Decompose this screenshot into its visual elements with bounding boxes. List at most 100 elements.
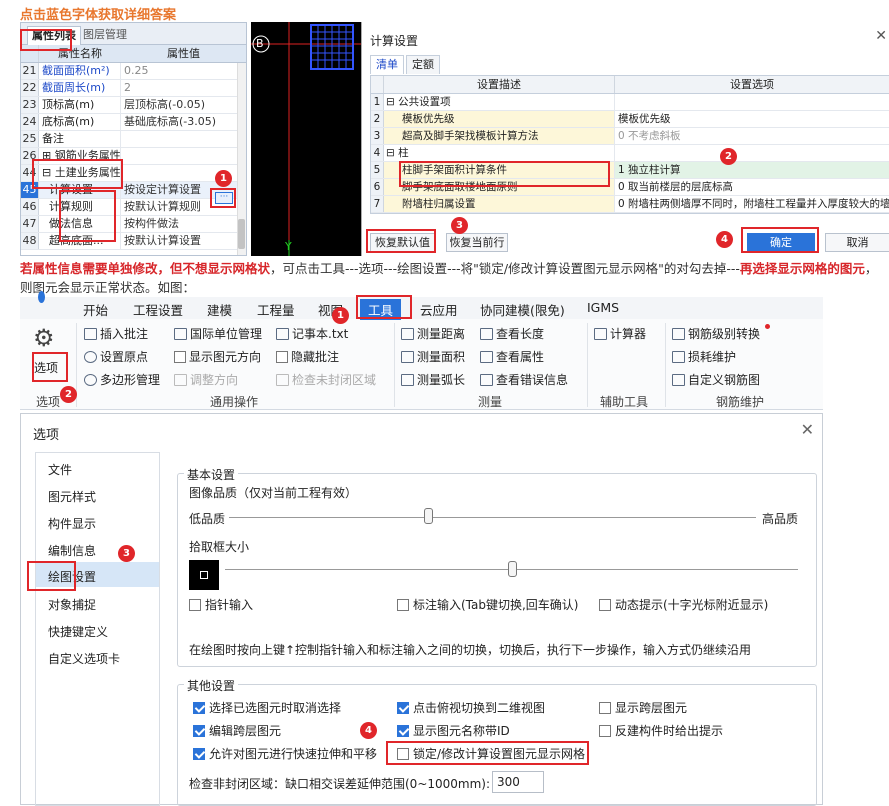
tab-quantity[interactable]: 工程量 xyxy=(257,300,295,319)
tab-collab[interactable]: 协同建模(限免) xyxy=(480,300,565,319)
checkbox-checked-icon xyxy=(193,701,205,714)
quick-stretch-checkbox[interactable]: 允许对图元进行快速拉伸和平移 xyxy=(193,745,377,762)
view-length-button[interactable]: 查看长度 xyxy=(480,325,544,342)
topview-2d-checkbox[interactable]: 点击俯视切换到二维视图 xyxy=(397,699,545,716)
nav-item-info[interactable]: 编制信息 xyxy=(48,542,96,559)
checkbox-icon xyxy=(174,350,186,363)
property-row[interactable]: 22 截面周长(m) 2 xyxy=(21,80,246,97)
custom-rebar-label: 自定义钢筋图 xyxy=(688,373,761,387)
measure-arc-button[interactable]: 测量弧长 xyxy=(401,371,465,388)
property-row[interactable]: 25 备注 xyxy=(21,131,246,148)
property-value[interactable]: 2 xyxy=(121,80,246,96)
close-icon[interactable]: ✕ xyxy=(801,420,814,439)
property-row[interactable]: 24 底标高(m) 基础底标高(-3.05) xyxy=(21,114,246,131)
ellipsis-button[interactable]: ··· xyxy=(215,192,233,204)
calc-option[interactable]: 0 取当前楼层的层底标高 xyxy=(615,179,889,195)
row-number: 23 xyxy=(21,97,39,113)
row-number: 4 xyxy=(371,145,384,161)
adjust-direction-button[interactable]: 调整方向 xyxy=(174,371,238,388)
tab-start[interactable]: 开始 xyxy=(83,300,108,319)
property-value[interactable]: 按构件做法 xyxy=(121,216,246,232)
drawing-canvas[interactable]: B Y xyxy=(251,22,361,256)
unit-icon xyxy=(174,327,187,340)
quality-slider-thumb[interactable] xyxy=(424,508,433,524)
custom-rebar-button[interactable]: 自定义钢筋图 xyxy=(672,371,760,388)
measure-area-button[interactable]: 测量面积 xyxy=(401,348,465,365)
gear-icon[interactable]: ⚙ xyxy=(33,324,55,352)
highlight-options xyxy=(32,352,68,382)
tab-layer-manage[interactable]: 图层管理 xyxy=(79,26,131,45)
polygon-manage-button[interactable]: 多边形管理 xyxy=(84,371,160,388)
highlight-property-tab xyxy=(20,29,72,51)
tab-modeling[interactable]: 建模 xyxy=(207,300,232,319)
calc-option[interactable]: 0 不考虑斜板 xyxy=(615,128,889,144)
deselect-checkbox[interactable]: 选择已选图元时取消选择 xyxy=(193,699,341,716)
edit-cross-floor-checkbox[interactable]: 编辑跨层图元 xyxy=(193,722,281,739)
dynamic-tip-checkbox[interactable]: 动态提示(十字光标附近显示) xyxy=(599,596,768,613)
tab-cloud[interactable]: 云应用 xyxy=(420,300,458,319)
gap-range-input[interactable]: 300 xyxy=(492,771,544,793)
calc-row[interactable]: 1 ⊟ 公共设置项 xyxy=(371,94,889,111)
set-origin-button[interactable]: 设置原点 xyxy=(84,348,148,365)
view-property-label: 查看属性 xyxy=(496,350,545,364)
show-cross-floor-checkbox[interactable]: 显示跨层图元 xyxy=(599,699,687,716)
calc-row[interactable]: 3 超高及脚手架找模板计算方法 0 不考虑斜板 xyxy=(371,128,889,145)
property-value[interactable]: 层顶标高(-0.05) xyxy=(121,97,246,113)
rebar-grade-button[interactable]: 钢筋级别转换 xyxy=(672,325,760,342)
insert-comment-button[interactable]: 插入批注 xyxy=(84,325,148,342)
property-value[interactable]: 基础底标高(-3.05) xyxy=(121,114,246,130)
cancel-button[interactable]: 取消 xyxy=(825,233,889,252)
nav-item-custom-tab[interactable]: 自定义选项卡 xyxy=(48,650,120,667)
property-row[interactable]: 47 做法信息 按构件做法 xyxy=(21,216,246,233)
pointer-input-checkbox[interactable]: 指针输入 xyxy=(189,596,253,613)
tab-project-settings[interactable]: 工程设置 xyxy=(133,300,183,319)
restore-current-button[interactable]: 恢复当前行 xyxy=(446,233,508,252)
rebar-grade-label: 钢筋级别转换 xyxy=(688,327,761,341)
banner-text[interactable]: 点击蓝色字体获取详细答案 xyxy=(20,4,176,23)
property-value[interactable] xyxy=(121,131,246,147)
property-value[interactable]: 按默认计算设置 xyxy=(121,233,246,249)
calculator-button[interactable]: 计算器 xyxy=(594,325,646,342)
property-row[interactable]: 21 截面面积(m²) 0.25 xyxy=(21,63,246,80)
calc-row[interactable]: 7 附墙柱归属设置 0 附墙柱两侧墙厚不同时，附墙柱工程量并入厚度较大的墙... xyxy=(371,196,889,213)
calc-row[interactable]: 2 模板优先级 模板优先级 xyxy=(371,111,889,128)
other-settings-legend: 其他设置 xyxy=(184,677,239,694)
nav-item-display[interactable]: 构件显示 xyxy=(48,515,96,532)
property-row[interactable]: 48 超高底面... 按默认计算设置 xyxy=(21,233,246,250)
close-icon[interactable]: ✕ xyxy=(875,28,887,44)
calc-option[interactable] xyxy=(615,94,889,110)
property-value[interactable] xyxy=(121,148,246,164)
nav-item-style[interactable]: 图元样式 xyxy=(48,488,96,505)
ribbon-tabs: 开始 工程设置 建模 工程量 视图 工具 云应用 协同建模(限免) IGMS xyxy=(20,291,823,320)
calc-option[interactable]: 模板优先级 xyxy=(615,111,889,127)
nav-item-snap[interactable]: 对象捕捉 xyxy=(48,596,96,613)
calc-option[interactable]: 1 独立柱计算 xyxy=(615,162,889,178)
reverse-build-tip-checkbox[interactable]: 反建构件时给出提示 xyxy=(599,722,723,739)
tab-igms[interactable]: IGMS xyxy=(587,300,619,315)
step-badge: 3 xyxy=(451,217,468,234)
property-value[interactable]: 0.25 xyxy=(121,63,246,79)
calc-option[interactable] xyxy=(615,145,889,161)
view-property-button[interactable]: 查看属性 xyxy=(480,348,544,365)
notepad-button[interactable]: 记事本.txt xyxy=(276,325,348,342)
intl-unit-button[interactable]: 国际单位管理 xyxy=(174,325,262,342)
nav-item-shortcut[interactable]: 快捷键定义 xyxy=(48,623,108,640)
dim-input-checkbox[interactable]: 标注输入(Tab键切换,回车确认) xyxy=(397,596,579,613)
hide-comment-checkbox[interactable]: 隐藏批注 xyxy=(276,348,339,365)
property-scroll-thumb[interactable] xyxy=(238,219,245,249)
view-errors-button[interactable]: 查看错误信息 xyxy=(480,371,568,388)
property-row[interactable]: 23 顶标高(m) 层顶标高(-0.05) xyxy=(21,97,246,114)
show-name-id-checkbox[interactable]: 显示图元名称带ID xyxy=(397,722,510,739)
txt-icon xyxy=(276,327,289,340)
show-direction-checkbox[interactable]: 显示图元方向 xyxy=(174,348,261,365)
nav-item-file[interactable]: 文件 xyxy=(48,461,72,478)
calc-option[interactable]: 0 附墙柱两侧墙厚不同时，附墙柱工程量并入厚度较大的墙... xyxy=(615,196,889,212)
tab-quota[interactable]: 定额 xyxy=(406,55,440,74)
measure-distance-button[interactable]: 测量距离 xyxy=(401,325,465,342)
quality-slider-track[interactable] xyxy=(229,517,756,518)
tab-bill[interactable]: 清单 xyxy=(370,55,404,74)
check-unclosed-button[interactable]: 检查未封闭区域 xyxy=(276,371,376,388)
calc-row[interactable]: 4 ⊟ 柱 xyxy=(371,145,889,162)
pick-slider-thumb[interactable] xyxy=(508,561,517,577)
loss-maintain-button[interactable]: 损耗维护 xyxy=(672,348,736,365)
